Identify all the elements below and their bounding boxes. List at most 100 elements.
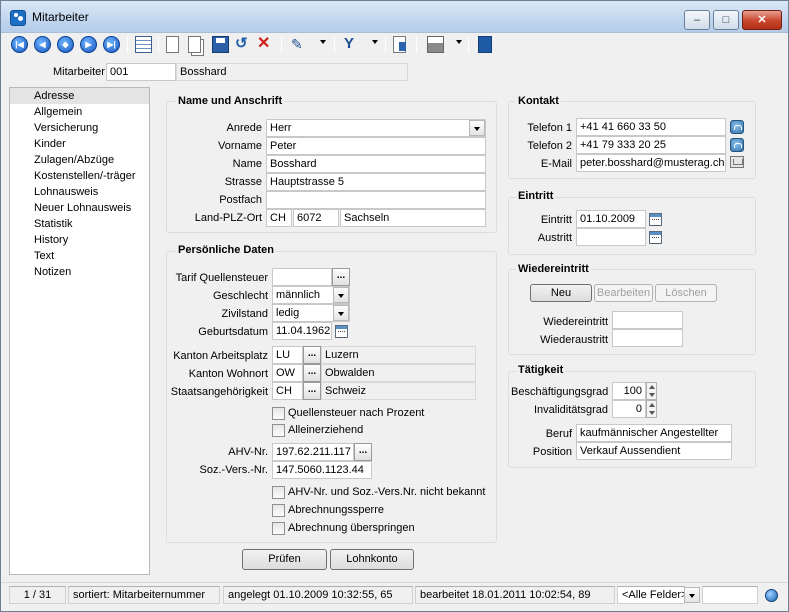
abrechnungssperre-checkbox[interactable]	[272, 504, 285, 517]
sidebar-item-kostenstellen[interactable]: Kostenstellen/-träger	[10, 168, 149, 184]
invaliditaetsgrad-spinner[interactable]	[646, 400, 657, 418]
kanton-arbeitsplatz-lookup-button[interactable]: ...	[303, 346, 321, 364]
delete-icon[interactable]: ✕	[257, 36, 274, 53]
export-icon[interactable]	[393, 36, 406, 53]
mail-icon[interactable]	[730, 156, 744, 168]
sidebar-item-lohnausweis[interactable]: Lohnausweis	[10, 184, 149, 200]
pruefen-button[interactable]: Prüfen	[242, 549, 327, 570]
abrechnung-ueberspringen-checkbox[interactable]	[272, 522, 285, 535]
email-field[interactable]: peter.bosshard@musterag.ch	[576, 154, 726, 172]
close-button[interactable]: ✕	[742, 10, 782, 30]
phone-dial-icon[interactable]	[730, 138, 744, 152]
telefon2-field[interactable]: +41 79 333 20 25	[576, 136, 726, 154]
sidebar-item-zulagen[interactable]: Zulagen/Abzüge	[10, 152, 149, 168]
help-book-icon[interactable]	[478, 36, 492, 53]
tarif-field[interactable]	[272, 268, 332, 286]
toolbar-separator	[468, 37, 469, 53]
austritt-field[interactable]	[576, 228, 646, 246]
table-view-icon[interactable]	[135, 36, 152, 53]
wiederaustritt-field[interactable]	[612, 329, 683, 347]
calendar-icon[interactable]	[649, 231, 662, 244]
quick-search-input[interactable]	[702, 586, 758, 604]
wiedereintritt-field[interactable]	[612, 311, 683, 329]
print-dropdown-icon[interactable]	[456, 40, 462, 44]
undo-icon[interactable]: ↺	[235, 36, 252, 53]
land-field[interactable]: CH	[266, 209, 292, 227]
jump-record-icon[interactable]: ◆	[57, 36, 74, 53]
ahv-field[interactable]: 197.62.211.117	[272, 443, 354, 461]
sidebar-item-history[interactable]: History	[10, 232, 149, 248]
vorname-label: Vorname	[217, 140, 262, 152]
employee-number-field[interactable]: 001	[106, 63, 176, 81]
save-icon[interactable]	[212, 36, 229, 53]
sidebar-item-text[interactable]: Text	[10, 248, 149, 264]
toolbar-separator	[158, 37, 159, 53]
lohnkonto-button[interactable]: Lohnkonto	[330, 549, 414, 570]
print-icon[interactable]	[427, 36, 444, 53]
sidebar-item-adresse[interactable]: Adresse	[10, 88, 149, 104]
geburtsdatum-field[interactable]: 11.04.1962	[272, 322, 332, 340]
staatsangehoerigkeit-code[interactable]: CH	[272, 382, 303, 400]
telefon1-field[interactable]: +41 41 660 33 50	[576, 118, 726, 136]
sidebar-item-notizen[interactable]: Notizen	[10, 264, 149, 280]
previous-record-icon[interactable]: ◀	[34, 36, 51, 53]
anrede-select[interactable]: Herr	[266, 119, 486, 137]
chevron-down-icon[interactable]	[684, 587, 700, 603]
chevron-down-icon[interactable]	[333, 287, 349, 303]
plz-field[interactable]: 6072	[293, 209, 339, 227]
next-record-icon[interactable]: ▶	[80, 36, 97, 53]
chevron-down-icon[interactable]	[333, 305, 349, 321]
sidebar-item-kinder[interactable]: Kinder	[10, 136, 149, 152]
calendar-icon[interactable]	[649, 213, 662, 226]
quellensteuer-prozent-checkbox[interactable]	[272, 407, 285, 420]
kanton-arbeitsplatz-code[interactable]: LU	[272, 346, 303, 364]
beschaeftigungsgrad-spinner[interactable]	[646, 382, 657, 400]
reentry-new-button[interactable]: Neu	[530, 284, 592, 302]
first-record-icon[interactable]: |◀	[11, 36, 28, 53]
online-status-icon	[765, 589, 778, 602]
tools-dropdown-icon[interactable]	[320, 40, 326, 44]
beschaeftigungsgrad-field[interactable]: 100	[612, 382, 646, 400]
austritt-label: Austritt	[537, 232, 572, 244]
staatsangehoerigkeit-label: Staatsangehörigkeit	[170, 386, 268, 398]
new-document-icon[interactable]	[166, 36, 179, 53]
calendar-icon[interactable]	[335, 325, 348, 338]
last-record-icon[interactable]: ▶|	[103, 36, 120, 53]
sidebar-item-versicherung[interactable]: Versicherung	[10, 120, 149, 136]
sozvers-field[interactable]: 147.5060.1123.44	[272, 461, 372, 479]
postfach-field[interactable]	[266, 191, 486, 209]
tarif-lookup-button[interactable]: ...	[332, 268, 350, 286]
ahv-lookup-button[interactable]: ...	[354, 443, 372, 461]
field-filter-select[interactable]: <Alle Felder>	[617, 586, 685, 604]
phone-dial-icon[interactable]	[730, 120, 744, 134]
anrede-label: Anrede	[226, 122, 262, 134]
copy-document-icon[interactable]	[188, 36, 201, 53]
kanton-wohnort-lookup-button[interactable]: ...	[303, 364, 321, 382]
vorname-field[interactable]: Peter	[266, 137, 486, 155]
zivilstand-label: Zivilstand	[221, 308, 268, 320]
filter-icon[interactable]: Y	[344, 36, 361, 53]
ahv-label: AHV-Nr.	[228, 446, 268, 458]
name-field[interactable]: Bosshard	[266, 155, 486, 173]
eintritt-field[interactable]: 01.10.2009	[576, 210, 646, 228]
reentry-delete-button[interactable]: Löschen	[655, 284, 717, 302]
chevron-down-icon[interactable]	[469, 120, 485, 136]
minimize-button[interactable]: –	[684, 10, 710, 30]
kanton-wohnort-code[interactable]: OW	[272, 364, 303, 382]
sidebar-item-allgemein[interactable]: Allgemein	[10, 104, 149, 120]
sidebar-item-neuer-lohnausweis[interactable]: Neuer Lohnausweis	[10, 200, 149, 216]
alleinerziehend-checkbox[interactable]	[272, 424, 285, 437]
beruf-field[interactable]: kaufmännischer Angestellter	[576, 424, 732, 442]
filter-dropdown-icon[interactable]	[372, 40, 378, 44]
tools-icon[interactable]: ✎	[291, 36, 308, 53]
sidebar-item-statistik[interactable]: Statistik	[10, 216, 149, 232]
eintritt-label: Eintritt	[540, 214, 572, 226]
position-field[interactable]: Verkauf Aussendient	[576, 442, 732, 460]
maximize-button[interactable]: □	[713, 10, 739, 30]
ahv-unbekannt-checkbox[interactable]	[272, 486, 285, 499]
reentry-edit-button[interactable]: Bearbeiten	[594, 284, 653, 302]
staatsangehoerigkeit-lookup-button[interactable]: ...	[303, 382, 321, 400]
strasse-field[interactable]: Hauptstrasse 5	[266, 173, 486, 191]
ort-field[interactable]: Sachseln	[340, 209, 486, 227]
invaliditaetsgrad-field[interactable]: 0	[612, 400, 646, 418]
